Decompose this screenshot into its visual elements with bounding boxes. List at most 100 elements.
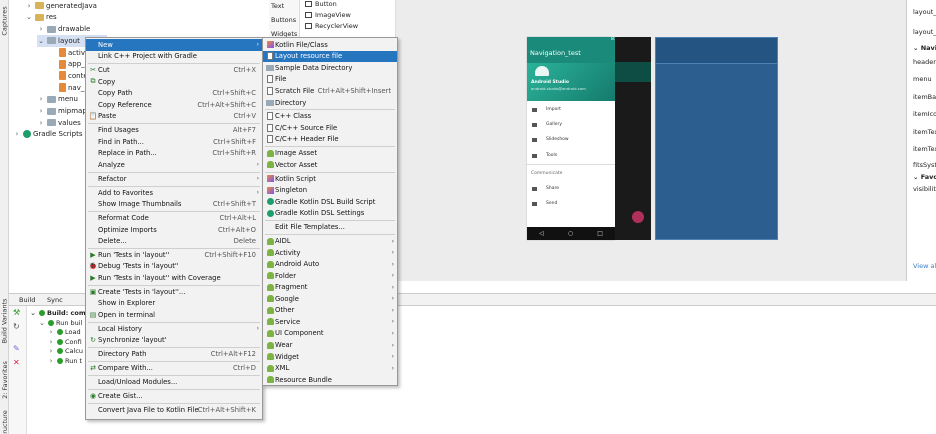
menu-item-widget[interactable]: Widget › <box>263 351 397 363</box>
structure-tab[interactable]: ructure <box>0 410 9 434</box>
menu-item-create-gist[interactable]: ◉ Create Gist... <box>86 390 262 402</box>
menu-item-layout-resource-file[interactable]: Layout resource file <box>263 50 397 63</box>
tree-item-res[interactable]: ⌄ res <box>25 12 57 24</box>
menu-item-replace-in-path[interactable]: Replace in Path... Ctrl+Shift+R <box>86 148 262 160</box>
menu-item-copy-path[interactable]: Copy Path Ctrl+Shift+C <box>86 88 262 100</box>
build-tree-item[interactable]: › Calcu <box>47 346 83 356</box>
build-tree-item[interactable]: › Load <box>47 327 81 337</box>
build-tree-item[interactable]: ⌄ Build: comp <box>29 308 90 318</box>
expand-arrow-icon[interactable]: ⌄ <box>37 37 45 45</box>
expand-arrow-icon[interactable]: ⌄ <box>29 309 37 317</box>
menu-item-google[interactable]: Google › <box>263 293 397 305</box>
attribute-label[interactable]: ⌄ Navi <box>913 44 936 52</box>
tree-item-drawable[interactable]: › drawable <box>37 23 91 35</box>
captures-tab[interactable]: Captures <box>0 4 9 38</box>
view-all-link[interactable]: View al <box>913 262 936 270</box>
menu-item-aidl[interactable]: AIDL › <box>263 235 397 247</box>
expand-arrow-icon[interactable]: › <box>13 130 21 138</box>
menu-item-show-image-thumbnails[interactable]: Show Image Thumbnails Ctrl+Shift+T <box>86 198 262 210</box>
tab-sync[interactable]: Sync <box>47 296 63 304</box>
blueprint-preview[interactable] <box>655 37 778 240</box>
tree-item-gradle-scripts[interactable]: › Gradle Scripts <box>13 129 82 141</box>
menu-item-ui-component[interactable]: UI Component › <box>263 328 397 340</box>
attribute-label[interactable]: ⌄ Favo <box>913 173 936 181</box>
menu-item-gradle-kotlin-dsl-build-script[interactable]: Gradle Kotlin DSL Build Script <box>263 196 397 208</box>
recents-icon[interactable]: □ <box>597 230 603 237</box>
close-icon[interactable]: ✕ <box>13 358 20 367</box>
menu-item-run-tests-in-layout[interactable]: ▶ Run 'Tests in 'layout'' Ctrl+Shift+F10 <box>86 249 262 261</box>
menu-item-show-in-explorer[interactable]: Show in Explorer <box>86 298 262 310</box>
menu-item-add-to-favorites[interactable]: Add to Favorites › <box>86 187 262 199</box>
menu-item-synchronize-layout[interactable]: ↻ Synchronize 'layout' <box>86 335 262 347</box>
menu-item-android-auto[interactable]: Android Auto › <box>263 258 397 270</box>
rerun-icon[interactable]: ↻ <box>13 322 20 331</box>
expand-arrow-icon[interactable]: › <box>37 25 45 33</box>
menu-item-create-tests-in-layout[interactable]: ▣ Create 'Tests in 'layout''... <box>86 286 262 298</box>
fab-button[interactable] <box>632 211 644 223</box>
menu-item-new[interactable]: New › <box>86 39 262 51</box>
menu-item-vector-asset[interactable]: Vector Asset <box>263 159 397 171</box>
menu-item-find-usages[interactable]: Find Usages Alt+F7 <box>86 124 262 136</box>
menu-item-other[interactable]: Other › <box>263 305 397 317</box>
menu-item-directory[interactable]: Directory <box>263 97 397 109</box>
menu-item-fragment[interactable]: Fragment › <box>263 282 397 294</box>
menu-item-link-c-project-with-gradle[interactable]: Link C++ Project with Gradle <box>86 51 262 63</box>
build-tree-item[interactable]: › Confi <box>47 337 82 347</box>
menu-item-copy[interactable]: ⧉ Copy <box>86 76 262 88</box>
favorites-tab[interactable]: 2: Favorites <box>0 360 9 400</box>
menu-item-copy-reference[interactable]: Copy Reference Ctrl+Alt+Shift+C <box>86 99 262 111</box>
menu-item-delete[interactable]: Delete... Delete <box>86 235 262 247</box>
expand-arrow-icon[interactable]: › <box>47 328 55 336</box>
expand-arrow-icon[interactable]: › <box>37 119 45 127</box>
menu-item-open-in-terminal[interactable]: ▤ Open in terminal <box>86 309 262 321</box>
menu-item-paste[interactable]: 📋 Paste Ctrl+V <box>86 111 262 123</box>
menu-item-service[interactable]: Service › <box>263 316 397 328</box>
menu-item-singleton[interactable]: Singleton <box>263 185 397 197</box>
menu-item-convert-java-file-to-kotlin-file[interactable]: Convert Java File to Kotlin File Ctrl+Alt… <box>86 404 262 416</box>
menu-item-image-asset[interactable]: Image Asset <box>263 148 397 160</box>
palette-item-recyclerview[interactable]: RecyclerView <box>305 22 358 30</box>
menu-item-gradle-kotlin-dsl-settings[interactable]: Gradle Kotlin DSL Settings <box>263 208 397 220</box>
menu-item-c-c-source-file[interactable]: C/C++ Source File <box>263 122 397 134</box>
palette-category[interactable]: Buttons <box>271 16 296 24</box>
nav-menu-item[interactable]: Send <box>532 201 557 206</box>
menu-item-file[interactable]: File <box>263 74 397 86</box>
menu-item-c-c-header-file[interactable]: C/C++ Header File <box>263 134 397 146</box>
tree-item-menu[interactable]: › menu <box>37 94 78 106</box>
menu-item-activity[interactable]: Activity › <box>263 247 397 259</box>
pin-icon[interactable]: ✎ <box>13 344 20 353</box>
nav-menu-item[interactable]: Slideshow <box>532 137 569 142</box>
palette-item-imageview[interactable]: ImageView <box>305 11 351 19</box>
menu-item-folder[interactable]: Folder › <box>263 270 397 282</box>
nav-menu-item[interactable]: Tools <box>532 153 557 158</box>
menu-item-optimize-imports[interactable]: Optimize Imports Ctrl+Alt+O <box>86 224 262 236</box>
menu-item-resource-bundle[interactable]: Resource Bundle <box>263 374 397 386</box>
menu-item-scratch-file[interactable]: Scratch File Ctrl+Alt+Shift+Insert <box>263 85 397 97</box>
menu-item-refactor[interactable]: Refactor › <box>86 173 262 185</box>
menu-item-edit-file-templates[interactable]: Edit File Templates... <box>263 221 397 233</box>
menu-item-local-history[interactable]: Local History › <box>86 323 262 335</box>
tree-item-mipmap[interactable]: › mipmap <box>37 105 87 117</box>
hammer-icon[interactable]: ⚒ <box>13 308 20 317</box>
menu-item-debug-tests-in-layout[interactable]: 🐞 Debug 'Tests in 'layout'' <box>86 261 262 273</box>
expand-arrow-icon[interactable]: › <box>47 347 55 355</box>
tree-item-values[interactable]: › values <box>37 117 81 129</box>
menu-item-kotlin-script[interactable]: Kotlin Script <box>263 173 397 185</box>
tab-build[interactable]: Build <box>19 296 35 304</box>
menu-item-analyze[interactable]: Analyze › <box>86 159 262 171</box>
menu-item-sample-data-directory[interactable]: Sample Data Directory <box>263 62 397 74</box>
nav-menu-item[interactable]: Import <box>532 107 561 112</box>
tree-item-generatedjava[interactable]: › generatedJava <box>25 0 97 12</box>
build-tree-item[interactable]: ⌄ Run buil <box>38 318 82 328</box>
expand-arrow-icon[interactable]: › <box>47 338 55 346</box>
menu-item-load-unload-modules[interactable]: Load/Unload Modules... <box>86 376 262 388</box>
home-icon[interactable]: ○ <box>568 230 573 237</box>
menu-item-cut[interactable]: ✂ Cut Ctrl+X <box>86 64 262 76</box>
nav-menu-item[interactable]: Gallery <box>532 122 562 127</box>
expand-arrow-icon[interactable]: › <box>47 357 55 365</box>
build-variants-tab[interactable]: Build Variants <box>0 296 9 346</box>
menu-item-wear[interactable]: Wear › <box>263 339 397 351</box>
expand-arrow-icon[interactable]: › <box>25 2 33 10</box>
build-tree-item[interactable]: › Run t <box>47 356 83 366</box>
palette-category[interactable]: Text <box>271 2 284 10</box>
